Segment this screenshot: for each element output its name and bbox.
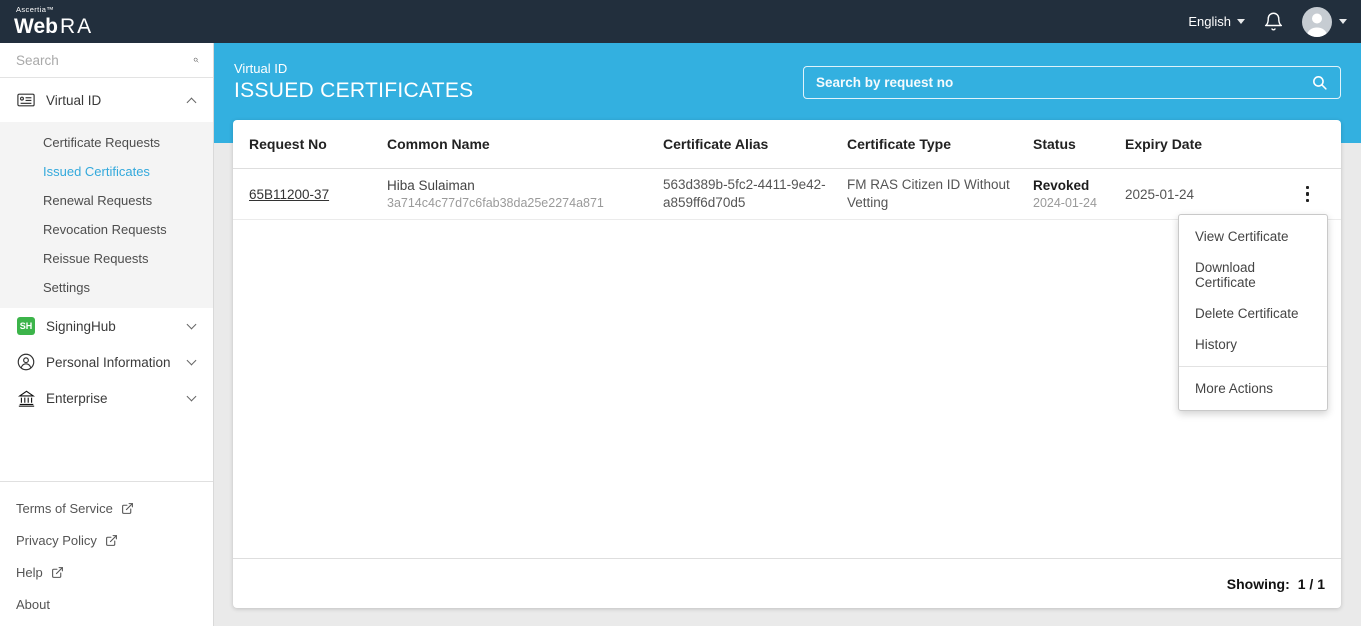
menu-item-view-certificate[interactable]: View Certificate — [1179, 221, 1327, 252]
chevron-down-icon — [187, 320, 197, 330]
search-icon[interactable] — [193, 52, 199, 68]
sidebar-item-renewal-requests[interactable]: Renewal Requests — [0, 186, 213, 215]
chevron-down-icon — [1237, 19, 1245, 24]
request-search-box — [803, 66, 1341, 99]
table-footer: Showing: 1 / 1 — [233, 558, 1341, 608]
webra-logo[interactable]: Ascertia™ WebRA — [14, 6, 93, 37]
sidebar-item-label: Personal Information — [46, 355, 188, 370]
issued-certificates-table-card: Request No Common Name Certificate Alias… — [233, 120, 1341, 608]
help-link[interactable]: Help — [0, 556, 213, 588]
notifications-button[interactable] — [1263, 11, 1284, 33]
person-silhouette-icon — [1302, 7, 1332, 37]
about-label: About — [16, 597, 50, 612]
external-link-icon — [121, 502, 134, 515]
request-no-link[interactable]: 65B11200-37 — [249, 187, 329, 202]
table-empty-space — [233, 220, 1341, 558]
sidebar-item-label: SigningHub — [46, 319, 188, 334]
external-link-icon — [105, 534, 118, 547]
chevron-up-icon — [187, 97, 197, 107]
language-selector[interactable]: English — [1188, 14, 1245, 29]
sidebar-item-signinghub[interactable]: SH SigningHub — [0, 308, 213, 344]
avatar — [1302, 7, 1332, 37]
sidebar-item-certificate-requests[interactable]: Certificate Requests — [0, 128, 213, 157]
person-icon — [16, 353, 36, 371]
table-header-row: Request No Common Name Certificate Alias… — [233, 120, 1341, 169]
topbar-right-group: English — [1188, 7, 1347, 37]
table-row: 65B11200-37 Hiba Sulaiman 3a714c4c77d7c6… — [233, 169, 1341, 220]
bell-icon — [1263, 11, 1284, 33]
certificate-alias-cell: 563d389b-5fc2-4411-9e42-a859ff6d70d5 — [647, 176, 831, 212]
user-menu[interactable] — [1302, 7, 1347, 37]
menu-item-history[interactable]: History — [1179, 329, 1327, 360]
page-title: ISSUED CERTIFICATES — [234, 79, 473, 103]
row-actions-kebab-icon[interactable] — [1302, 182, 1314, 207]
column-header-expiry-date: Expiry Date — [1109, 136, 1274, 152]
sidebar-item-revocation-requests[interactable]: Revocation Requests — [0, 215, 213, 244]
status-badge: Revoked — [1033, 177, 1109, 195]
language-label: English — [1188, 14, 1231, 29]
column-header-certificate-alias: Certificate Alias — [647, 136, 831, 152]
menu-item-download-certificate[interactable]: Download Certificate — [1179, 252, 1327, 298]
request-no-cell: 65B11200-37 — [233, 187, 371, 202]
page-header: Virtual ID ISSUED CERTIFICATES — [234, 61, 473, 103]
actions-cell — [1274, 182, 1341, 207]
breadcrumb: Virtual ID — [234, 61, 473, 76]
common-name-cell: Hiba Sulaiman 3a714c4c77d7c6fab38da25e22… — [371, 177, 647, 212]
brand-webra-label: WebRA — [14, 16, 93, 37]
sidebar-item-virtual-id[interactable]: Virtual ID — [0, 78, 213, 122]
sidebar-item-settings[interactable]: Settings — [0, 273, 213, 302]
about-link[interactable]: About — [0, 588, 213, 620]
sidebar-item-personal-information[interactable]: Personal Information — [0, 344, 213, 380]
sidebar-footer-links: Terms of Service Privacy Policy Help Abo… — [0, 481, 213, 626]
sidebar: Virtual ID Certificate Requests Issued C… — [0, 43, 214, 626]
expiry-date-cell: 2025-01-24 — [1109, 187, 1274, 202]
request-search-input[interactable] — [816, 75, 1311, 90]
column-header-request-no: Request No — [233, 136, 371, 152]
signinghub-icon: SH — [16, 317, 36, 335]
common-name-id: 3a714c4c77d7c6fab38da25e2274a871 — [387, 195, 647, 212]
status-date: 2024-01-24 — [1033, 195, 1109, 212]
sidebar-search — [0, 43, 213, 78]
chevron-down-icon — [187, 392, 197, 402]
showing-value: 1 / 1 — [1298, 576, 1325, 592]
common-name: Hiba Sulaiman — [387, 177, 647, 195]
sidebar-item-label: Virtual ID — [46, 93, 188, 108]
privacy-policy-label: Privacy Policy — [16, 533, 97, 548]
chevron-down-icon — [187, 356, 197, 366]
sidebar-item-issued-certificates[interactable]: Issued Certificates — [0, 157, 213, 186]
certificate-type-cell: FM RAS Citizen ID Without Vetting — [831, 176, 1017, 212]
help-label: Help — [16, 565, 43, 580]
column-header-status: Status — [1017, 136, 1109, 152]
certificate-type: FM RAS Citizen ID Without Vetting — [847, 176, 1017, 212]
sidebar-item-label: Enterprise — [46, 391, 188, 406]
certificate-alias: 563d389b-5fc2-4411-9e42-a859ff6d70d5 — [663, 176, 831, 212]
top-navbar: Ascertia™ WebRA English — [0, 0, 1361, 43]
status-cell: Revoked 2024-01-24 — [1017, 177, 1109, 212]
terms-of-service-label: Terms of Service — [16, 501, 113, 516]
row-actions-menu: View Certificate Download Certificate De… — [1178, 214, 1328, 411]
search-icon[interactable] — [1311, 74, 1328, 91]
menu-divider — [1179, 366, 1327, 367]
column-header-certificate-type: Certificate Type — [831, 136, 1017, 152]
privacy-policy-link[interactable]: Privacy Policy — [0, 524, 213, 556]
showing-label: Showing: — [1227, 576, 1290, 592]
column-header-common-name: Common Name — [371, 136, 647, 152]
sidebar-item-reissue-requests[interactable]: Reissue Requests — [0, 244, 213, 273]
terms-of-service-link[interactable]: Terms of Service — [0, 492, 213, 524]
bank-building-icon — [16, 390, 36, 407]
chevron-down-icon — [1339, 19, 1347, 24]
menu-item-delete-certificate[interactable]: Delete Certificate — [1179, 298, 1327, 329]
virtual-id-submenu: Certificate Requests Issued Certificates… — [0, 122, 213, 308]
sidebar-item-enterprise[interactable]: Enterprise — [0, 380, 213, 416]
sidebar-search-input[interactable] — [16, 53, 193, 68]
menu-item-more-actions[interactable]: More Actions — [1179, 373, 1327, 404]
id-card-icon — [16, 93, 36, 107]
brand-ascertia-label: Ascertia™ — [16, 6, 93, 14]
external-link-icon — [51, 566, 64, 579]
webra-app: Ascertia™ WebRA English — [0, 0, 1361, 626]
